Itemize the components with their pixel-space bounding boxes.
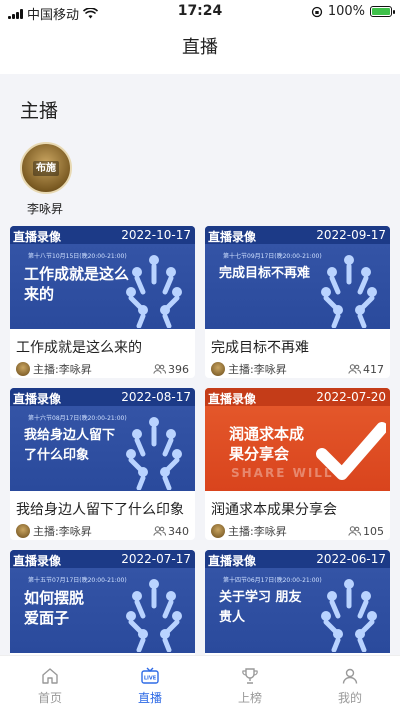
video-thumbnail[interactable]: 直播录像 2022-07-20 润通求本成果分享会 SHARE WILL bbox=[205, 388, 390, 491]
video-card[interactable]: 直播录像 2022-10-17 第十八节10月15日(晚20:00-21:00)… bbox=[10, 226, 195, 378]
host-avatar-small bbox=[16, 362, 30, 376]
tab-profile-label: 我的 bbox=[337, 691, 362, 705]
video-thumbnail[interactable]: 直播录像 2022-08-17 第十六节08月17日(晚20:00-21:00)… bbox=[10, 388, 195, 491]
replay-badge: 直播录像 bbox=[13, 230, 62, 244]
viewers-icon bbox=[153, 364, 166, 374]
video-thumbnail[interactable]: 直播录像 2022-09-17 第十七节09月17日(晚20:00-21:00)… bbox=[205, 226, 390, 329]
video-title: 我给身边人留下了什么印象 bbox=[16, 502, 184, 518]
replay-badge: 直播录像 bbox=[13, 554, 62, 568]
user-icon bbox=[342, 668, 358, 684]
video-card[interactable]: 直播录像 2022-07-20 润通求本成果分享会 SHARE WILL 润通求… bbox=[205, 388, 390, 540]
video-meta: 主播:李咏昇 396 bbox=[10, 357, 195, 377]
video-grid: 直播录像 2022-10-17 第十八节10月15日(晚20:00-21:00)… bbox=[10, 226, 390, 655]
battery-icon bbox=[370, 6, 395, 17]
video-date: 2022-08-17 bbox=[121, 390, 191, 404]
people-circle-graphic bbox=[126, 255, 182, 328]
thumbnail-headline: 关于学习 朋友 贵人 bbox=[219, 590, 302, 625]
page-title: 直播 bbox=[0, 22, 400, 74]
trophy-icon bbox=[242, 668, 258, 684]
replay-badge: 直播录像 bbox=[208, 554, 257, 568]
video-card[interactable]: 直播录像 2022-07-17 第十五节07月17日(晚20:00-21:00)… bbox=[10, 550, 195, 655]
view-count: 340 bbox=[168, 524, 189, 538]
video-thumbnail[interactable]: 直播录像 2022-06-17 第十四节06月17日(晚20:00-21:00)… bbox=[205, 550, 390, 653]
video-thumbnail[interactable]: 直播录像 2022-10-17 第十八节10月15日(晚20:00-21:00)… bbox=[10, 226, 195, 329]
thumbnail-headline: 如何摆脱爱面子 bbox=[24, 589, 85, 627]
video-date: 2022-10-17 bbox=[121, 228, 191, 242]
video-card[interactable]: 直播录像 2022-08-17 第十六节08月17日(晚20:00-21:00)… bbox=[10, 388, 195, 540]
people-circle-graphic bbox=[321, 579, 377, 652]
video-subtitle: 第十七节09月17日(晚20:00-21:00) bbox=[223, 253, 322, 260]
replay-badge: 直播录像 bbox=[208, 230, 257, 244]
host-avatar-text: 布施 bbox=[33, 160, 59, 176]
bottom-tab-bar: 首页 LIVE 直播 上榜 我的 bbox=[0, 655, 400, 711]
host-name: 李咏昇 bbox=[26, 202, 63, 216]
host-label: 主播:李咏昇 bbox=[33, 525, 92, 538]
video-meta: 主播:李咏昇 105 bbox=[205, 519, 390, 539]
viewers-icon bbox=[348, 364, 361, 374]
host-avatar-small bbox=[211, 524, 225, 538]
video-meta: 主播:李咏昇 340 bbox=[10, 519, 195, 539]
tab-ranking[interactable]: 上榜 bbox=[200, 656, 300, 711]
thumbnail-headline: 我给身边人留下了什么印象 bbox=[24, 428, 116, 463]
viewers-icon bbox=[348, 526, 361, 536]
replay-badge: 直播录像 bbox=[208, 392, 257, 406]
tab-live[interactable]: LIVE 直播 bbox=[100, 656, 200, 711]
video-subtitle: 第十六节08月17日(晚20:00-21:00) bbox=[28, 415, 127, 422]
video-date: 2022-07-17 bbox=[121, 552, 191, 566]
people-circle-graphic bbox=[126, 579, 182, 652]
host-section-title: 主播 bbox=[20, 100, 59, 122]
main-content[interactable]: 主播 布施 李咏昇 直播录像 2022-10-17 第十八节10月15日(晚20… bbox=[0, 74, 400, 655]
video-title: 工作成就是这么来的 bbox=[16, 340, 142, 356]
host-avatar-small bbox=[16, 524, 30, 538]
video-thumbnail[interactable]: 直播录像 2022-07-17 第十五节07月17日(晚20:00-21:00)… bbox=[10, 550, 195, 653]
host-avatar[interactable]: 布施 bbox=[20, 142, 72, 194]
thumbnail-headline: 工作成就是这么来的 bbox=[24, 265, 130, 303]
replay-badge: 直播录像 bbox=[13, 392, 62, 406]
thumbnail-headline: 润通求本成果分享会 bbox=[229, 425, 305, 463]
host-label: 主播:李咏昇 bbox=[33, 363, 92, 376]
tab-live-label: 直播 bbox=[137, 691, 162, 705]
svg-text:LIVE: LIVE bbox=[144, 676, 157, 682]
people-circle-graphic bbox=[126, 417, 182, 490]
tab-home[interactable]: 首页 bbox=[0, 656, 100, 711]
thumbnail-headline: 完成目标不再难 bbox=[219, 266, 311, 281]
view-count: 396 bbox=[168, 362, 189, 376]
video-date: 2022-09-17 bbox=[316, 228, 386, 242]
people-circle-graphic bbox=[321, 255, 377, 328]
viewers-icon bbox=[153, 526, 166, 536]
orientation-lock-icon bbox=[311, 6, 322, 17]
host-avatar-small bbox=[211, 362, 225, 376]
host-label: 主播:李咏昇 bbox=[228, 363, 287, 376]
home-icon bbox=[42, 668, 58, 684]
host-item[interactable]: 布施 李咏昇 bbox=[20, 142, 76, 217]
checkmark-graphic bbox=[316, 422, 386, 480]
video-card[interactable]: 直播录像 2022-06-17 第十四节06月17日(晚20:00-21:00)… bbox=[205, 550, 390, 655]
video-title: 润通求本成果分享会 bbox=[211, 502, 337, 518]
host-label: 主播:李咏昇 bbox=[228, 525, 287, 538]
tab-ranking-label: 上榜 bbox=[237, 691, 262, 705]
video-subtitle: 第十五节07月17日(晚20:00-21:00) bbox=[28, 577, 127, 584]
status-bar: 中国移动 17:24 100% bbox=[0, 0, 400, 23]
video-subtitle: 第十四节06月17日(晚20:00-21:00) bbox=[223, 577, 322, 584]
status-right: 100% bbox=[311, 4, 395, 19]
video-title: 完成目标不再难 bbox=[211, 340, 309, 356]
live-tv-icon: LIVE bbox=[141, 667, 159, 684]
video-card[interactable]: 直播录像 2022-09-17 第十七节09月17日(晚20:00-21:00)… bbox=[205, 226, 390, 378]
video-subtitle: 第十八节10月15日(晚20:00-21:00) bbox=[28, 253, 127, 260]
battery-percent: 100% bbox=[327, 4, 365, 19]
video-date: 2022-07-20 bbox=[316, 390, 386, 404]
video-date: 2022-06-17 bbox=[316, 552, 386, 566]
view-count: 417 bbox=[363, 362, 384, 376]
tab-profile[interactable]: 我的 bbox=[300, 656, 400, 711]
video-meta: 主播:李咏昇 417 bbox=[205, 357, 390, 377]
tab-home-label: 首页 bbox=[37, 691, 62, 705]
view-count: 105 bbox=[363, 524, 384, 538]
